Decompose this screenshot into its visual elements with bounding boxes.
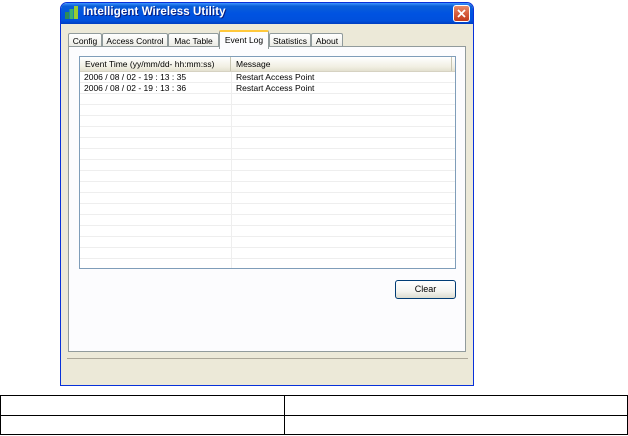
event-time-cell: 2006 / 08 / 02 - 19 : 13 : 36	[84, 83, 187, 93]
event-log-panel: Event Time (yy/mm/dd- hh:mm:ss) Message …	[68, 46, 466, 352]
table-cell	[0, 395, 285, 416]
clear-button[interactable]: Clear	[395, 280, 456, 299]
event-log-list[interactable]: Event Time (yy/mm/dd- hh:mm:ss) Message …	[79, 56, 456, 269]
app-window: Intelligent Wireless Utility Config Acce…	[60, 2, 474, 386]
title-bar[interactable]: Intelligent Wireless Utility	[61, 3, 473, 24]
table-cell	[284, 414, 628, 435]
document-table	[0, 395, 628, 435]
message-cell: Restart Access Point	[236, 83, 315, 93]
table-row[interactable]: 2006 / 08 / 02 - 19 : 13 : 36 Restart Ac…	[80, 83, 455, 94]
table-row	[0, 414, 628, 435]
column-divider	[231, 72, 232, 268]
list-body: 2006 / 08 / 02 - 19 : 13 : 35 Restart Ac…	[80, 72, 455, 268]
table-cell	[284, 395, 628, 416]
close-button[interactable]	[453, 5, 470, 22]
message-cell: Restart Access Point	[236, 72, 315, 82]
status-bar	[67, 358, 468, 378]
wireless-app-icon	[65, 6, 78, 19]
column-header-event-time[interactable]: Event Time (yy/mm/dd- hh:mm:ss)	[80, 57, 231, 71]
column-header-message[interactable]: Message	[231, 57, 452, 71]
window-title: Intelligent Wireless Utility	[83, 6, 226, 18]
page: Intelligent Wireless Utility Config Acce…	[0, 0, 628, 436]
table-row[interactable]: 2006 / 08 / 02 - 19 : 13 : 35 Restart Ac…	[80, 72, 455, 83]
table-row	[0, 395, 628, 416]
tab-event-log[interactable]: Event Log	[219, 30, 269, 49]
close-icon	[457, 9, 466, 18]
event-time-cell: 2006 / 08 / 02 - 19 : 13 : 35	[84, 72, 187, 82]
table-cell	[0, 414, 285, 435]
list-header: Event Time (yy/mm/dd- hh:mm:ss) Message	[80, 57, 455, 72]
window-client: Config Access Control Mac Table Event Lo…	[64, 24, 470, 383]
